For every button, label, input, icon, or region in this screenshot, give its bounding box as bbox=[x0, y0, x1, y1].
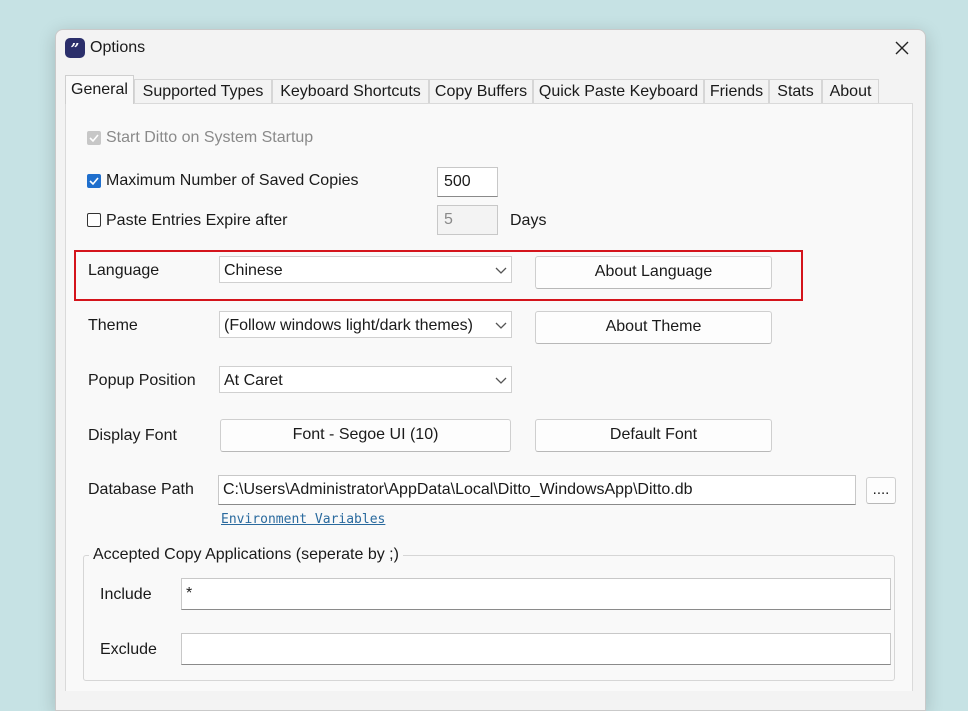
tab-general[interactable]: General bbox=[65, 75, 134, 104]
highlight-box bbox=[74, 250, 803, 301]
display-font-label: Display Font bbox=[88, 427, 177, 444]
theme-value: (Follow windows light/dark themes) bbox=[224, 317, 473, 334]
close-button[interactable] bbox=[889, 36, 915, 60]
max-copies-input[interactable]: 500 bbox=[437, 167, 498, 197]
max-copies-label: Maximum Number of Saved Copies bbox=[106, 172, 359, 189]
expire-checkbox[interactable] bbox=[87, 213, 101, 227]
chevron-down-icon bbox=[495, 322, 507, 329]
theme-dropdown[interactable]: (Follow windows light/dark themes) bbox=[219, 311, 512, 338]
tab-keyboard-shortcuts[interactable]: Keyboard Shortcuts bbox=[272, 79, 429, 103]
window-title: Options bbox=[90, 39, 146, 56]
expire-unit-label: Days bbox=[510, 212, 547, 229]
browse-database-button[interactable]: .... bbox=[866, 477, 896, 504]
popup-position-label: Popup Position bbox=[88, 372, 196, 389]
include-input[interactable]: * bbox=[181, 578, 891, 610]
max-copies-checkbox[interactable] bbox=[87, 174, 101, 188]
tab-about[interactable]: About bbox=[822, 79, 879, 103]
accepted-apps-title: Accepted Copy Applications (seperate by … bbox=[89, 546, 403, 564]
popup-position-dropdown[interactable]: At Caret bbox=[219, 366, 512, 393]
popup-position-value: At Caret bbox=[224, 372, 283, 389]
start-on-startup-label: Start Ditto on System Startup bbox=[106, 129, 314, 146]
title-bar[interactable]: ” Options bbox=[56, 30, 925, 66]
font-select-button[interactable]: Font - Segoe UI (10) bbox=[220, 419, 511, 452]
tab-stats[interactable]: Stats bbox=[769, 79, 822, 103]
ditto-app-icon: ” bbox=[65, 38, 85, 58]
tab-friends[interactable]: Friends bbox=[704, 79, 769, 103]
database-path-label: Database Path bbox=[88, 481, 194, 498]
tab-supported-types[interactable]: Supported Types bbox=[134, 79, 272, 103]
chevron-down-icon bbox=[495, 377, 507, 384]
default-font-button[interactable]: Default Font bbox=[535, 419, 772, 452]
exclude-label: Exclude bbox=[100, 641, 157, 658]
expire-label: Paste Entries Expire after bbox=[106, 212, 288, 229]
expire-days-input[interactable]: 5 bbox=[437, 205, 498, 235]
environment-variables-link[interactable]: Environment Variables bbox=[221, 512, 385, 527]
tab-copy-buffers[interactable]: Copy Buffers bbox=[429, 79, 533, 103]
about-theme-button[interactable]: About Theme bbox=[535, 311, 772, 344]
checkmark-icon bbox=[89, 134, 99, 143]
tab-quick-paste-keyboard[interactable]: Quick Paste Keyboard bbox=[533, 79, 704, 103]
close-icon bbox=[895, 41, 909, 55]
exclude-input[interactable] bbox=[181, 633, 891, 665]
checkmark-icon bbox=[89, 177, 99, 186]
start-on-startup-checkbox[interactable] bbox=[87, 131, 101, 145]
database-path-input[interactable]: C:\Users\Administrator\AppData\Local\Dit… bbox=[218, 475, 856, 505]
theme-label: Theme bbox=[88, 317, 138, 334]
include-label: Include bbox=[100, 586, 152, 603]
